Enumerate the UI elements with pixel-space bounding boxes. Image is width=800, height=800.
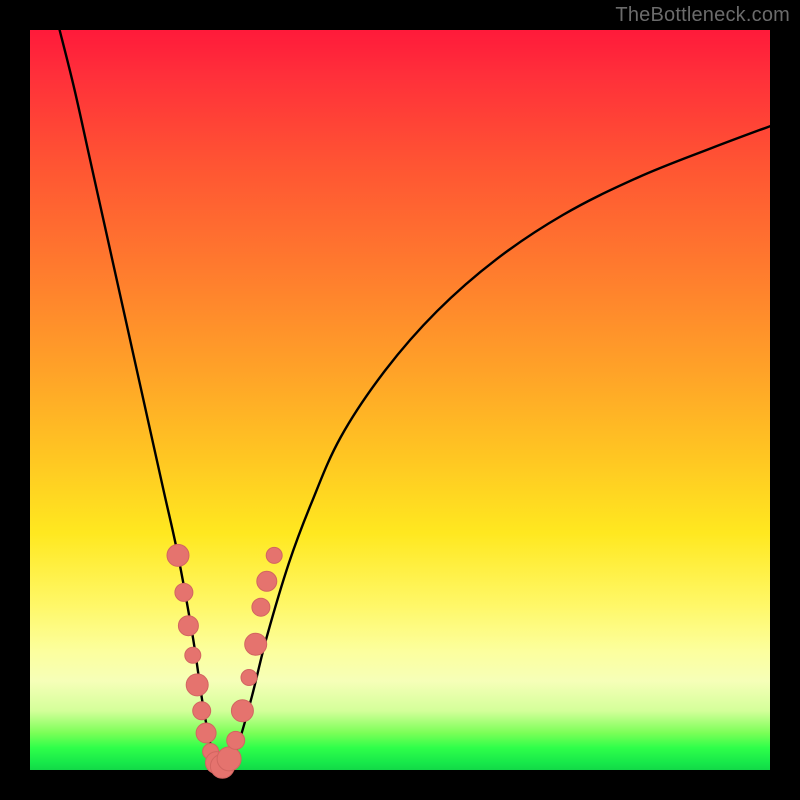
curve-marker — [241, 670, 257, 686]
curve-marker — [196, 723, 216, 743]
bottleneck-curve — [60, 30, 770, 770]
curve-marker — [252, 598, 270, 616]
curve-marker — [227, 731, 245, 749]
plot-svg — [30, 30, 770, 770]
curve-marker — [185, 647, 201, 663]
marker-group — [167, 544, 282, 778]
curve-marker — [186, 674, 208, 696]
curve-marker — [245, 633, 267, 655]
curve-marker — [167, 544, 189, 566]
curve-marker — [231, 700, 253, 722]
curve-marker — [175, 583, 193, 601]
curve-marker — [178, 616, 198, 636]
curve-marker — [257, 571, 277, 591]
curve-marker — [266, 547, 282, 563]
plot-area — [30, 30, 770, 770]
curve-marker — [193, 702, 211, 720]
curve-marker — [217, 747, 241, 771]
chart-frame: TheBottleneck.com — [0, 0, 800, 800]
watermark-text: TheBottleneck.com — [615, 4, 790, 27]
